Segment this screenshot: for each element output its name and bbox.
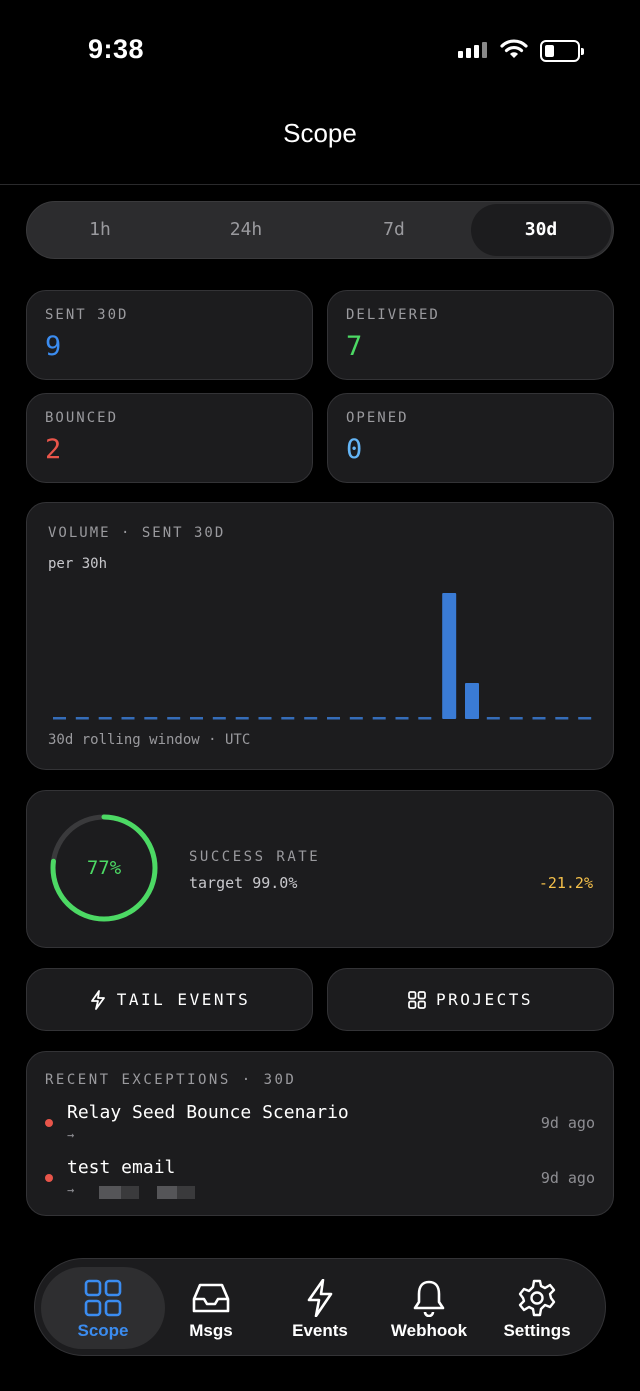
- volume-bar-empty: [418, 717, 432, 720]
- volume-bar-empty: [372, 717, 386, 720]
- redacted-block: [121, 1186, 139, 1199]
- volume-bar-empty: [281, 717, 295, 720]
- success-rate-card: 77% SUCCESS RATE target 99.0% -21.2%: [26, 790, 614, 948]
- exception-row[interactable]: Relay Seed Bounce Scenario → 9d ago: [27, 1102, 613, 1152]
- tail-events-button[interactable]: TAIL EVENTS: [26, 968, 313, 1031]
- inbox-icon: [192, 1283, 230, 1313]
- stat-card-delivered: DELIVERED 7: [327, 290, 614, 380]
- tab-events[interactable]: Events: [258, 1267, 382, 1349]
- stat-card-sent: SENT 30D 9: [26, 290, 313, 380]
- stat-value: 7: [346, 331, 363, 362]
- volume-bar-empty: [486, 717, 500, 720]
- arrow-icon: →: [67, 1128, 75, 1142]
- volume-bar-empty: [555, 717, 569, 720]
- page-title: Scope: [283, 118, 357, 148]
- grid-icon: [408, 990, 426, 1009]
- redacted-block: [157, 1186, 177, 1199]
- tab-scope[interactable]: Scope: [41, 1267, 165, 1349]
- volume-bar-empty: [98, 717, 112, 720]
- error-dot: [45, 1174, 53, 1182]
- bolt-icon: [307, 1279, 333, 1317]
- volume-bar-empty: [53, 717, 66, 720]
- volume-bar-empty: [235, 717, 249, 720]
- tail-events-label: TAIL EVENTS: [116, 990, 251, 1009]
- range-tab-24h[interactable]: 24h: [173, 202, 319, 258]
- volume-bar: [465, 683, 479, 719]
- status-time: 9:38: [88, 34, 145, 64]
- redacted-block: [177, 1186, 195, 1199]
- success-rate-delta: -21.2%: [538, 874, 593, 892]
- tab-label: Settings: [503, 1321, 571, 1340]
- success-rate-percent: 77%: [86, 857, 122, 879]
- stat-label: SENT 30D: [45, 307, 129, 323]
- tab-label: Scope: [77, 1321, 129, 1340]
- projects-button[interactable]: PROJECTS: [327, 968, 614, 1031]
- volume-bar-empty: [304, 717, 318, 720]
- exception-time: 9d ago: [540, 1114, 595, 1132]
- grid-icon: [84, 1279, 122, 1317]
- chart-footer: 30d rolling window · UTC: [48, 732, 251, 748]
- status-bar: 9:38: [0, 0, 640, 100]
- range-tab-30d[interactable]: 30d: [471, 204, 611, 256]
- exception-name: Relay Seed Bounce Scenario: [67, 1102, 349, 1123]
- volume-bar-empty: [121, 717, 135, 720]
- header-divider: [0, 184, 640, 185]
- volume-bar-empty: [167, 717, 181, 720]
- stat-value: 0: [346, 434, 363, 465]
- volume-chart-card: VOLUME · SENT 30D per 30h 30d rolling wi…: [26, 502, 614, 770]
- stat-value: 9: [45, 331, 62, 362]
- wifi-icon: [500, 39, 528, 58]
- chart-title: VOLUME · SENT 30D: [48, 525, 226, 541]
- stat-value: 2: [45, 434, 62, 465]
- stat-card-opened: OPENED 0: [327, 393, 614, 483]
- redacted-block: [99, 1186, 121, 1199]
- success-rate-target: target 99.0%: [189, 874, 298, 892]
- tab-label: Msgs: [189, 1321, 233, 1340]
- exceptions-title: RECENT EXCEPTIONS · 30D: [45, 1072, 297, 1088]
- stat-label: BOUNCED: [45, 410, 119, 426]
- volume-bar-empty: [75, 717, 89, 720]
- battery-icon: [540, 40, 584, 62]
- tab-bar: Scope Msgs Events Webhook Settings: [34, 1258, 606, 1356]
- error-dot: [45, 1119, 53, 1127]
- volume-bar-empty: [578, 717, 592, 720]
- tab-msgs[interactable]: Msgs: [149, 1267, 273, 1349]
- exception-name: test email: [67, 1157, 176, 1178]
- exception-row[interactable]: test email → 9d ago: [27, 1157, 613, 1207]
- volume-bar-empty: [532, 717, 546, 720]
- recent-exceptions-card: RECENT EXCEPTIONS · 30D Relay Seed Bounc…: [26, 1051, 614, 1216]
- range-tab-1h[interactable]: 1h: [27, 202, 173, 258]
- projects-label: PROJECTS: [435, 990, 534, 1009]
- tab-settings[interactable]: Settings: [475, 1267, 599, 1349]
- volume-bar-empty: [258, 717, 272, 720]
- volume-bar-chart: [53, 593, 592, 720]
- arrow-icon: →: [67, 1183, 75, 1197]
- stat-card-bounced: BOUNCED 2: [26, 393, 313, 483]
- volume-bar-empty: [395, 717, 409, 720]
- volume-bar-empty: [349, 717, 363, 720]
- volume-bar-empty: [212, 717, 226, 720]
- volume-bar-empty: [327, 717, 340, 720]
- volume-bar-empty: [190, 717, 203, 720]
- chart-subtitle: per 30h: [48, 556, 108, 572]
- exception-time: 9d ago: [540, 1169, 595, 1187]
- stat-label: DELIVERED: [346, 307, 440, 323]
- tab-webhook[interactable]: Webhook: [367, 1267, 491, 1349]
- range-tab-7d[interactable]: 7d: [319, 202, 469, 258]
- gear-icon: [518, 1279, 556, 1317]
- range-segmented-control: 1h 24h 7d 30d: [26, 201, 614, 259]
- bolt-icon: [90, 989, 105, 1010]
- tab-label: Events: [292, 1321, 348, 1340]
- bell-icon: [413, 1280, 445, 1317]
- tab-label: Webhook: [390, 1321, 468, 1340]
- volume-bar: [442, 593, 457, 719]
- signal-icon: [458, 42, 487, 58]
- volume-bar-empty: [509, 717, 523, 720]
- success-rate-label: SUCCESS RATE: [189, 849, 321, 865]
- volume-bar-empty: [144, 717, 158, 720]
- stat-label: OPENED: [346, 410, 409, 426]
